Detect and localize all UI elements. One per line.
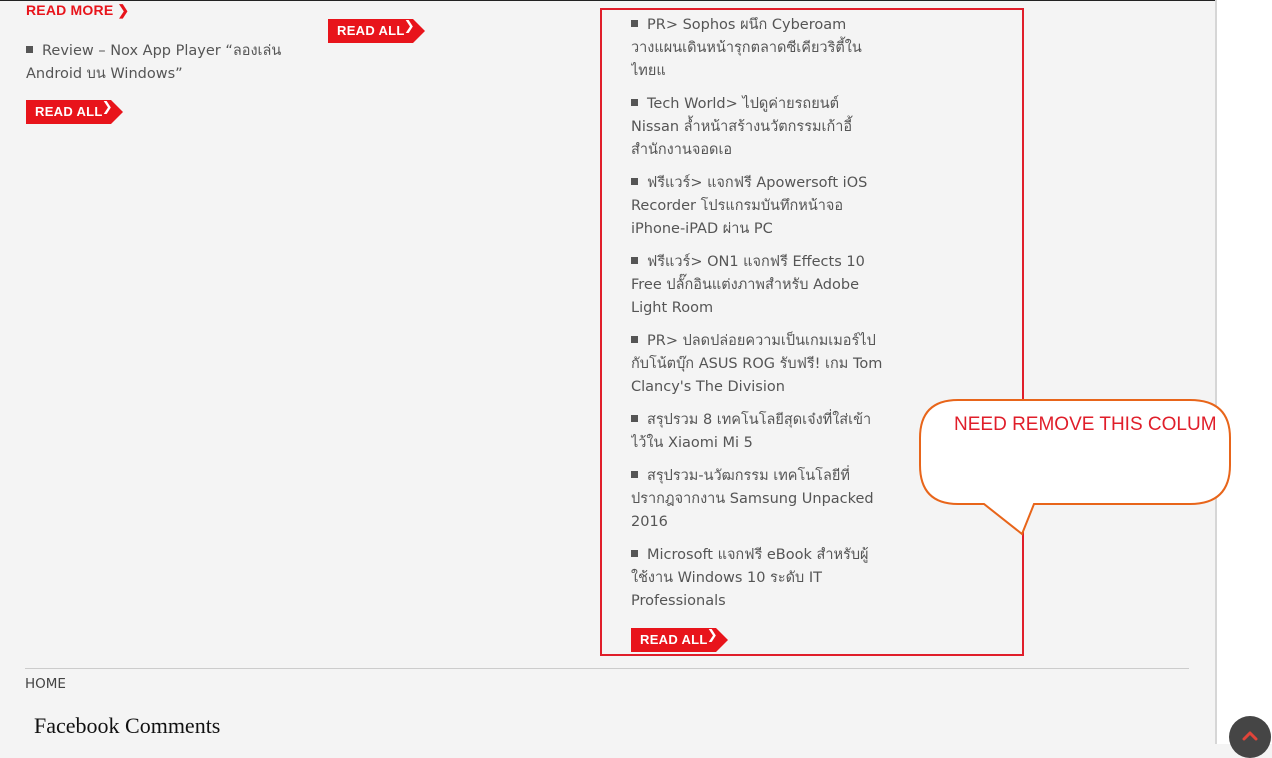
read-more-label: READ MORE — [26, 2, 114, 18]
right-gutter — [1215, 0, 1272, 744]
sidebar-post-list: PR> Sophos ผนึก Cyberoam วางแผนเดินหน้าร… — [631, 14, 883, 623]
left-read-all-button[interactable]: READ ALL ❯ — [26, 100, 123, 124]
chevron-right-icon: ❯ — [101, 100, 113, 115]
facebook-comments-title: Facebook Comments — [34, 713, 221, 738]
left-post-title: Review – Nox App Player “ลองเล่น Android… — [26, 43, 282, 82]
home-link[interactable]: HOME — [25, 676, 66, 692]
middle-read-all-label: READ ALL — [328, 19, 413, 43]
list-item[interactable]: PR> ปลดปล่อยความเป็นเกมเมอร์ไปกับโน้ตบุ๊… — [631, 330, 883, 399]
list-item[interactable]: ฟรีแวร์> แจกฟรี Apowersoft iOS Recorder … — [631, 172, 883, 241]
list-item[interactable]: Microsoft แจกฟรี eBook สำหรับผู้ใช้งาน W… — [631, 544, 883, 613]
post-link[interactable]: สรุปรวม 8 เทคโนโลยีสุดเจ๋งที่ใส่เข้าไว้ใ… — [631, 412, 871, 451]
left-post-item[interactable]: Review – Nox App Player “ลองเล่น Android… — [26, 40, 286, 86]
list-item[interactable]: Tech World> ไปดูค่ายรถยนต์ Nissan ล้ำหน้… — [631, 93, 883, 162]
post-link[interactable]: ฟรีแวร์> แจกฟรี Apowersoft iOS Recorder … — [631, 175, 867, 237]
post-link[interactable]: ฟรีแวร์> ON1 แจกฟรี Effects 10 Free ปลั๊… — [631, 254, 865, 316]
bullet-square-icon — [631, 99, 638, 106]
list-item[interactable]: ฟรีแวร์> ON1 แจกฟรี Effects 10 Free ปลั๊… — [631, 251, 883, 320]
middle-read-all-button[interactable]: READ ALL ❯ — [328, 19, 425, 43]
scroll-to-top-button[interactable] — [1229, 716, 1271, 758]
post-link[interactable]: PR> Sophos ผนึก Cyberoam วางแผนเดินหน้าร… — [631, 17, 862, 79]
post-link[interactable]: PR> ปลดปล่อยความเป็นเกมเมอร์ไปกับโน้ตบุ๊… — [631, 333, 882, 395]
chevron-right-icon: ❯ — [403, 19, 415, 34]
post-link[interactable]: Tech World> ไปดูค่ายรถยนต์ Nissan ล้ำหน้… — [631, 96, 852, 158]
bullet-square-icon — [26, 46, 33, 53]
read-more-link[interactable]: READ MORE ❯ — [26, 2, 129, 19]
chevron-up-icon — [1242, 731, 1258, 741]
footer-divider — [25, 668, 1189, 669]
bullet-square-icon — [631, 415, 638, 422]
bullet-square-icon — [631, 257, 638, 264]
bullet-square-icon — [631, 178, 638, 185]
bullet-square-icon — [631, 336, 638, 343]
chevron-right-icon: ❯ — [706, 628, 718, 643]
annotation-callout: NEED REMOVE THIS COLUM — [918, 398, 1234, 540]
post-link[interactable]: สรุปรวม-นวัฒกรรม เทคโนโลยีที่ปรากฎจากงาน… — [631, 468, 874, 530]
post-link[interactable]: Microsoft แจกฟรี eBook สำหรับผู้ใช้งาน W… — [631, 547, 869, 609]
bullet-square-icon — [631, 550, 638, 557]
bullet-square-icon — [631, 20, 638, 27]
bullet-square-icon — [631, 471, 638, 478]
sidebar-read-all-label: READ ALL — [631, 628, 716, 652]
list-item[interactable]: สรุปรวม-นวัฒกรรม เทคโนโลยีที่ปรากฎจากงาน… — [631, 465, 883, 534]
list-item[interactable]: PR> Sophos ผนึก Cyberoam วางแผนเดินหน้าร… — [631, 14, 883, 83]
sidebar-read-all-button[interactable]: READ ALL ❯ — [631, 628, 728, 652]
chevron-right-icon: ❯ — [117, 2, 130, 18]
list-item[interactable]: สรุปรวม 8 เทคโนโลยีสุดเจ๋งที่ใส่เข้าไว้ใ… — [631, 409, 883, 455]
left-read-all-label: READ ALL — [26, 100, 111, 124]
callout-text: NEED REMOVE THIS COLUM — [954, 414, 1217, 435]
top-border — [0, 0, 1272, 1]
